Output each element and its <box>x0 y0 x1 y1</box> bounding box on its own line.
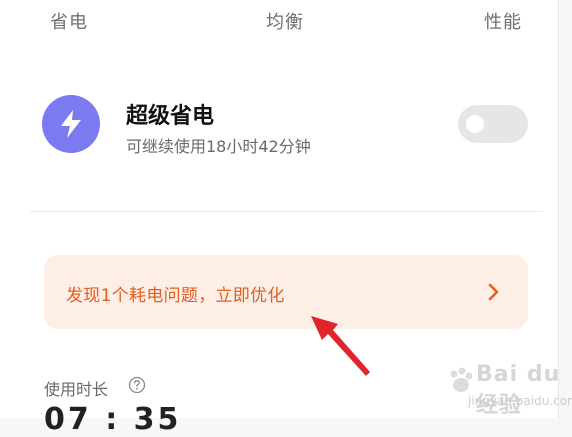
optimize-alert-text: 发现1个耗电问题，立即优化 <box>66 286 285 306</box>
usage-duration-value: 07 : 35 <box>44 402 182 437</box>
divider <box>30 211 543 212</box>
lightning-bolt-icon <box>42 95 100 153</box>
lightning-bolt-glyph <box>61 110 81 138</box>
watermark: Bai du 经验 jingyan.baidu.com <box>440 360 572 418</box>
chevron-right-icon <box>488 283 499 301</box>
optimize-alert-banner[interactable]: 发现1个耗电问题，立即优化 <box>44 255 528 329</box>
paw-logo-icon <box>450 367 473 392</box>
tab-performance[interactable]: 性能 <box>484 8 522 34</box>
super-saver-row: 超级省电 可继续使用18小时42分钟 <box>0 92 558 162</box>
tab-balanced[interactable]: 均衡 <box>266 8 304 34</box>
battery-card: 省电 均衡 性能 超级省电 可继续使用18小时42分钟 发现1个耗电问题，立即优… <box>0 0 559 437</box>
watermark-url: jingyan.baidu.com <box>468 394 572 408</box>
power-mode-tabs: 省电 均衡 性能 <box>0 8 558 38</box>
tab-power-save[interactable]: 省电 <box>50 8 88 34</box>
super-saver-title: 超级省电 <box>126 104 215 129</box>
super-saver-remaining: 可继续使用18小时42分钟 <box>126 137 311 156</box>
watermark-main: Bai du 经验 <box>476 362 561 418</box>
question-circle-icon[interactable] <box>128 376 146 394</box>
super-saver-toggle[interactable] <box>458 105 528 143</box>
usage-duration-label: 使用时长 <box>44 380 109 399</box>
toggle-knob <box>466 115 484 133</box>
